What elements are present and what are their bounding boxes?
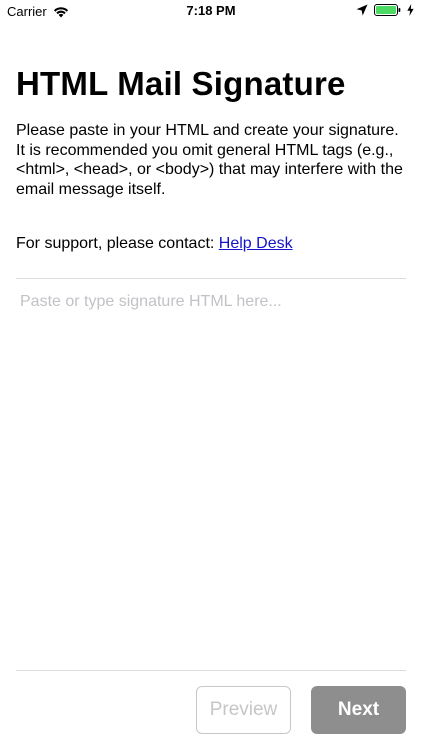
page-title: HTML Mail Signature [16, 65, 346, 102]
preview-button[interactable]: Preview [196, 686, 291, 734]
status-bar: Carrier 7:18 PM [0, 0, 422, 22]
charging-bolt-icon [407, 4, 414, 16]
help-desk-link[interactable]: Help Desk [219, 235, 293, 252]
battery-icon [374, 4, 401, 16]
bottom-divider [16, 670, 406, 671]
next-button[interactable]: Next [311, 686, 406, 734]
top-divider [16, 278, 406, 279]
location-arrow-icon [356, 4, 368, 16]
support-line: For support, please contact: Help Desk [16, 234, 293, 253]
signature-html-input[interactable] [16, 286, 406, 664]
description-text: Please paste in your HTML and create you… [16, 122, 403, 198]
status-right [356, 4, 414, 16]
support-prefix: For support, please contact: [16, 235, 219, 252]
